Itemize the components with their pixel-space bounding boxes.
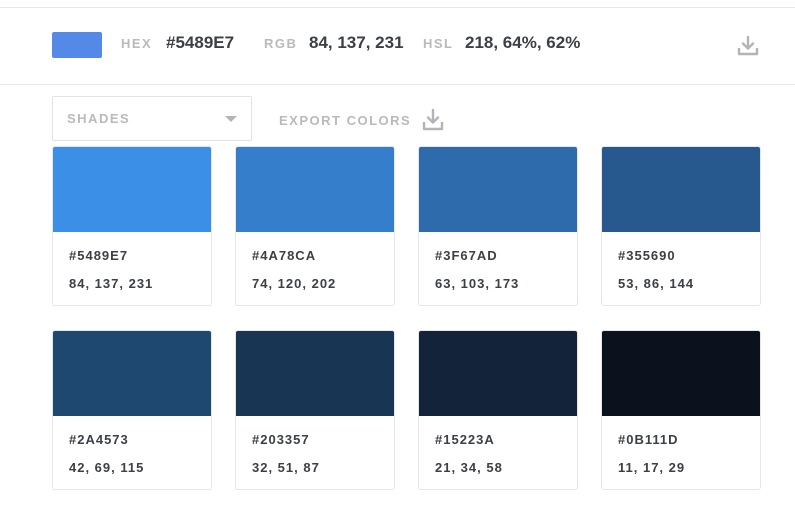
shade-hex: #3F67AD [435, 248, 498, 263]
shade-hex: #5489E7 [69, 248, 129, 263]
shades-dropdown-label: SHADES [67, 111, 131, 126]
hsl-value: 218, 64%, 62% [465, 33, 581, 52]
hsl-label: HSL [423, 36, 454, 51]
shade-hex: #15223A [435, 432, 495, 447]
shade-swatch [602, 147, 760, 232]
color-header: HEX #5489E7 RGB 84, 137, 231 HSL 218, 64… [0, 8, 795, 85]
shade-swatch [53, 147, 211, 232]
rgb-label: RGB [264, 36, 298, 51]
shade-swatch [236, 147, 394, 232]
shade-card[interactable]: #4A78CA 74, 120, 202 [235, 146, 395, 306]
rgb-value: 84, 137, 231 [309, 33, 404, 52]
shade-card[interactable]: #355690 53, 86, 144 [601, 146, 761, 306]
download-icon [421, 108, 445, 132]
shade-card[interactable]: #5489E7 84, 137, 231 [52, 146, 212, 306]
shade-hex: #2A4573 [69, 432, 129, 447]
shade-hex: #4A78CA [252, 248, 317, 263]
shade-hex: #0B111D [618, 432, 679, 447]
export-colors-label: EXPORT COLORS [279, 113, 412, 128]
shade-rgb: 84, 137, 231 [69, 276, 154, 291]
shade-rgb: 53, 86, 144 [618, 276, 695, 291]
shade-card[interactable]: #2A4573 42, 69, 115 [52, 330, 212, 490]
shade-swatch [236, 331, 394, 416]
download-icon[interactable] [736, 35, 760, 57]
shade-card[interactable]: #0B111D 11, 17, 29 [601, 330, 761, 490]
shades-dropdown[interactable]: SHADES [52, 96, 252, 141]
shade-rgb: 63, 103, 173 [435, 276, 520, 291]
shade-hex: #355690 [618, 248, 676, 263]
hex-label: HEX [121, 36, 153, 51]
shade-card[interactable]: #203357 32, 51, 87 [235, 330, 395, 490]
current-color-swatch [52, 32, 102, 58]
chevron-down-icon [225, 116, 237, 122]
shade-swatch [419, 147, 577, 232]
shade-card[interactable]: #15223A 21, 34, 58 [418, 330, 578, 490]
hex-value: #5489E7 [166, 33, 235, 52]
shade-rgb: 21, 34, 58 [435, 460, 503, 475]
shade-card[interactable]: #3F67AD 63, 103, 173 [418, 146, 578, 306]
shade-rgb: 11, 17, 29 [618, 460, 686, 475]
shade-hex: #203357 [252, 432, 310, 447]
shade-swatch [602, 331, 760, 416]
shade-rgb: 32, 51, 87 [252, 460, 320, 475]
shade-rgb: 74, 120, 202 [252, 276, 337, 291]
shade-rgb: 42, 69, 115 [69, 460, 145, 475]
shade-swatch [53, 331, 211, 416]
shade-swatch [419, 331, 577, 416]
